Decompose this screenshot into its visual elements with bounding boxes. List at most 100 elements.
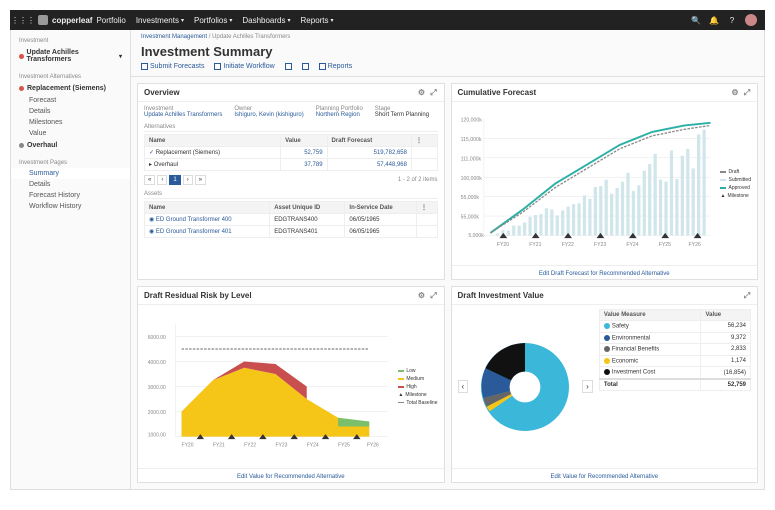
breadcrumb-root[interactable]: Investment Management — [141, 34, 207, 40]
card-title: Draft Residual Risk by Level — [144, 291, 252, 300]
sidebar-current-investment[interactable]: Update Achilles Transformers▾ — [11, 46, 130, 66]
reports-link[interactable]: Reports — [319, 63, 353, 70]
overview-portfolio-link[interactable]: Northern Region — [316, 112, 363, 118]
action-bar: Submit Forecasts Initiate Workflow Repor… — [131, 61, 764, 77]
sidebar-page-details[interactable]: Details — [11, 179, 130, 190]
pager-prev[interactable]: ‹ — [157, 175, 167, 185]
sidebar-alt-milestones[interactable]: Milestones — [11, 117, 130, 128]
avatar[interactable] — [745, 14, 757, 26]
risk-legend: Low Medium High ▲Milestone Total Baselin… — [398, 309, 437, 464]
col-menu[interactable]: ⋮ — [416, 202, 437, 214]
topnav-portfolios[interactable]: Portfolios▾ — [194, 16, 232, 25]
pencil-icon — [285, 63, 292, 70]
apps-icon[interactable]: ⋮⋮⋮ — [18, 15, 28, 25]
brand-name: copperleaf — [52, 16, 92, 25]
attach-link[interactable] — [302, 63, 309, 70]
value-table: Value MeasureValue Safety56,234 Environm… — [599, 309, 751, 464]
svg-text:FY20: FY20 — [496, 242, 508, 248]
pie-chart — [470, 332, 580, 442]
sidebar-alt-details[interactable]: Details — [11, 106, 130, 117]
search-icon[interactable]: 🔍 — [691, 15, 701, 25]
topnav: Investments▾ Portfolios▾ Dashboards▾ Rep… — [136, 16, 334, 25]
svg-text:FY23: FY23 — [275, 443, 287, 449]
table-row[interactable]: ◉ ED Ground Transformer 400EDGTRANS40006… — [145, 214, 438, 226]
cumulative-legend: Draft Submitted Approved ▲Milestone — [720, 106, 751, 261]
edit-value-link[interactable]: Edit Value for Recommended Alternative — [550, 474, 658, 480]
overview-owner-link[interactable]: Ishiguro, Kevin (kishiguro) — [234, 112, 303, 118]
overview-meta: InvestmentUpdate Achilles Transformers O… — [144, 106, 438, 118]
breadcrumb: Investment Management / Update Achilles … — [131, 30, 764, 44]
chevron-down-icon: ▾ — [181, 17, 184, 24]
table-row[interactable]: ▸ Overhaul37,78957,448,968 — [145, 159, 438, 171]
edit-draft-forecast-link[interactable]: Edit Draft Forecast for Recommended Alte… — [539, 271, 670, 277]
upload-icon — [141, 63, 148, 70]
submit-forecasts-link[interactable]: Submit Forecasts — [141, 63, 204, 70]
sidebar-page-workflow-history[interactable]: Workflow History — [11, 201, 130, 212]
table-row[interactable]: ◉ ED Ground Transformer 401EDGTRANS40106… — [145, 226, 438, 238]
sidebar-alt-forecast[interactable]: Forecast — [11, 95, 130, 106]
svg-text:55,000k: 55,000k — [460, 195, 479, 201]
svg-text:1000.00: 1000.00 — [148, 433, 166, 439]
gear-icon[interactable]: ⚙ — [418, 292, 426, 300]
main: Investment Management / Update Achilles … — [131, 30, 764, 489]
pager-page-1[interactable]: 1 — [169, 175, 180, 185]
pager-last[interactable]: » — [195, 175, 206, 185]
svg-text:6000.00: 6000.00 — [148, 335, 166, 341]
svg-text:FY23: FY23 — [593, 242, 605, 248]
table-row[interactable]: ✓ Replacement (Siemens)52,759519,782,658 — [145, 147, 438, 159]
card-grid: Overview ⚙ ⤢ InvestmentUpdate Achilles Tr… — [131, 77, 764, 489]
card-title: Overview — [144, 88, 180, 97]
pager: « ‹ 1 › » 1 - 2 of 2 items — [144, 175, 438, 185]
pie-prev[interactable]: ‹ — [458, 380, 469, 393]
report-icon — [319, 63, 326, 70]
brand: copperleaf Portfolio — [38, 15, 126, 25]
sidebar-page-summary[interactable]: Summary — [11, 168, 130, 179]
expand-icon[interactable]: ⤢ — [743, 292, 751, 300]
sidebar-alt-replacement[interactable]: Replacement (Siemens) — [11, 82, 130, 95]
overview-investment-link[interactable]: Update Achilles Transformers — [144, 112, 222, 118]
initiate-workflow-link[interactable]: Initiate Workflow — [214, 63, 274, 70]
svg-text:2000.00: 2000.00 — [148, 410, 166, 416]
table-row[interactable]: Financial Benefits2,833 — [599, 344, 750, 356]
chevron-down-icon: ▾ — [119, 53, 122, 60]
topnav-reports[interactable]: Reports▾ — [301, 16, 334, 25]
svg-text:FY22: FY22 — [244, 443, 256, 449]
sidebar-page-forecast-history[interactable]: Forecast History — [11, 190, 130, 201]
pager-first[interactable]: « — [144, 175, 155, 185]
expand-icon[interactable]: ⤢ — [430, 292, 438, 300]
svg-text:FY21: FY21 — [213, 443, 225, 449]
svg-text:FY21: FY21 — [529, 242, 541, 248]
status-dot-icon — [19, 86, 24, 91]
svg-text:FY25: FY25 — [338, 443, 350, 449]
sidebar-alt-overhaul[interactable]: Overhaul — [11, 139, 130, 152]
table-row[interactable]: Environmental9,372 — [599, 332, 750, 344]
expand-icon[interactable]: ⤢ — [743, 89, 751, 97]
overview-stage: Short Term Planning — [375, 112, 429, 118]
sidebar-label-alternatives: Investment Alternatives — [11, 72, 130, 82]
gear-icon[interactable]: ⚙ — [731, 89, 739, 97]
topnav-investments[interactable]: Investments▾ — [136, 16, 184, 25]
topbar: ⋮⋮⋮ copperleaf Portfolio Investments▾ Po… — [10, 10, 765, 30]
table-row[interactable]: Safety56,234 — [599, 321, 750, 333]
svg-text:3000.00: 3000.00 — [148, 385, 166, 391]
expand-icon[interactable]: ⤢ — [430, 89, 438, 97]
table-total: Total52,759 — [599, 379, 750, 391]
bell-icon[interactable]: 🔔 — [709, 15, 719, 25]
col-menu[interactable]: ⋮ — [411, 135, 437, 147]
help-icon[interactable]: ? — [727, 15, 737, 25]
card-overview: Overview ⚙ ⤢ InvestmentUpdate Achilles Tr… — [137, 83, 445, 280]
gear-icon[interactable]: ⚙ — [418, 89, 426, 97]
svg-text:55,000k: 55,000k — [460, 215, 479, 221]
table-row[interactable]: Economic1,174 — [599, 355, 750, 367]
table-row[interactable]: Investment Cost(16,854) — [599, 367, 750, 379]
edit-link[interactable] — [285, 63, 292, 70]
alternatives-table: NameValueDraft Forecast⋮ ✓ Replacement (… — [144, 134, 438, 171]
svg-text:FY22: FY22 — [561, 242, 573, 248]
edit-value-link[interactable]: Edit Value for Recommended Alternative — [237, 474, 345, 480]
svg-text:100,000k: 100,000k — [460, 176, 482, 182]
topnav-dashboards[interactable]: Dashboards▾ — [242, 16, 290, 25]
sidebar-alt-value[interactable]: Value — [11, 128, 130, 139]
pager-next[interactable]: › — [183, 175, 193, 185]
card-title: Cumulative Forecast — [458, 88, 537, 97]
pie-next[interactable]: › — [582, 380, 593, 393]
